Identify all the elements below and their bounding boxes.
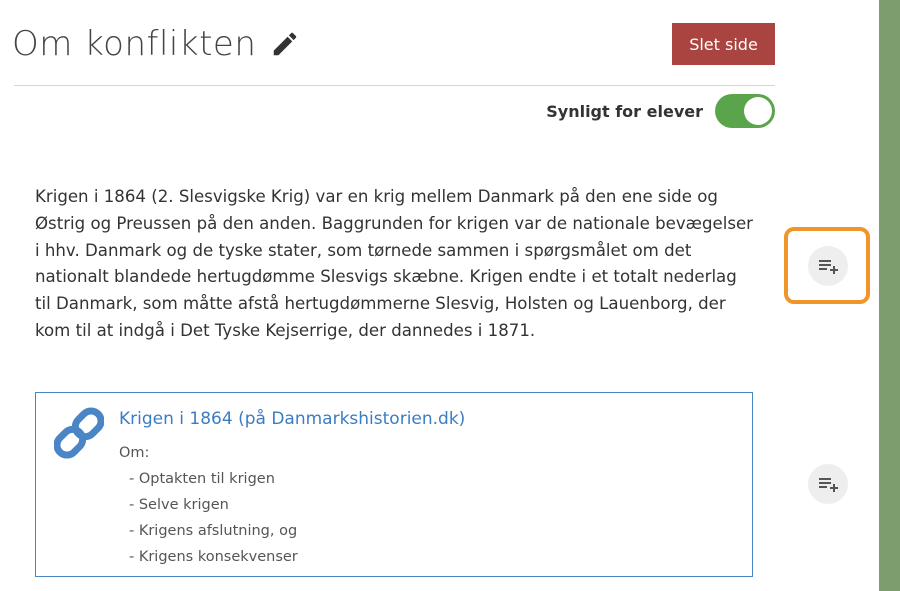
link-card: Krigen i 1864 (på Danmarkshistorien.dk) … — [35, 392, 753, 577]
playlist-add-icon — [819, 478, 838, 492]
title-row: Om konflikten — [12, 22, 300, 66]
pencil-icon[interactable] — [270, 29, 300, 59]
list-item: - Krigens afslutning, og — [129, 523, 298, 539]
list-item: - Optakten til krigen — [129, 471, 275, 487]
link-description: Om: - Optakten til krigen - Selve krigen… — [119, 440, 298, 570]
title-divider — [14, 85, 775, 86]
chain-link-icon — [54, 407, 104, 459]
link-title[interactable]: Krigen i 1864 (på Danmarkshistorien.dk) — [119, 409, 465, 429]
list-item: - Selve krigen — [129, 497, 229, 513]
add-block-button[interactable] — [808, 464, 848, 504]
playlist-add-icon — [819, 260, 838, 274]
list-item: - Krigens konsekvenser — [129, 549, 298, 565]
page-title: Om konflikten — [12, 24, 257, 64]
visibility-label: Synligt for elever — [546, 101, 703, 121]
side-bar — [879, 0, 900, 591]
visibility-row: Synligt for elever — [546, 94, 775, 128]
visibility-toggle[interactable] — [715, 94, 775, 128]
content-text-block: Krigen i 1864 (2. Slesvigske Krig) var e… — [35, 187, 754, 340]
delete-page-button[interactable]: Slet side — [672, 23, 775, 65]
add-block-button[interactable] — [808, 246, 848, 286]
toggle-knob — [744, 97, 772, 125]
link-intro: Om: — [119, 445, 150, 461]
